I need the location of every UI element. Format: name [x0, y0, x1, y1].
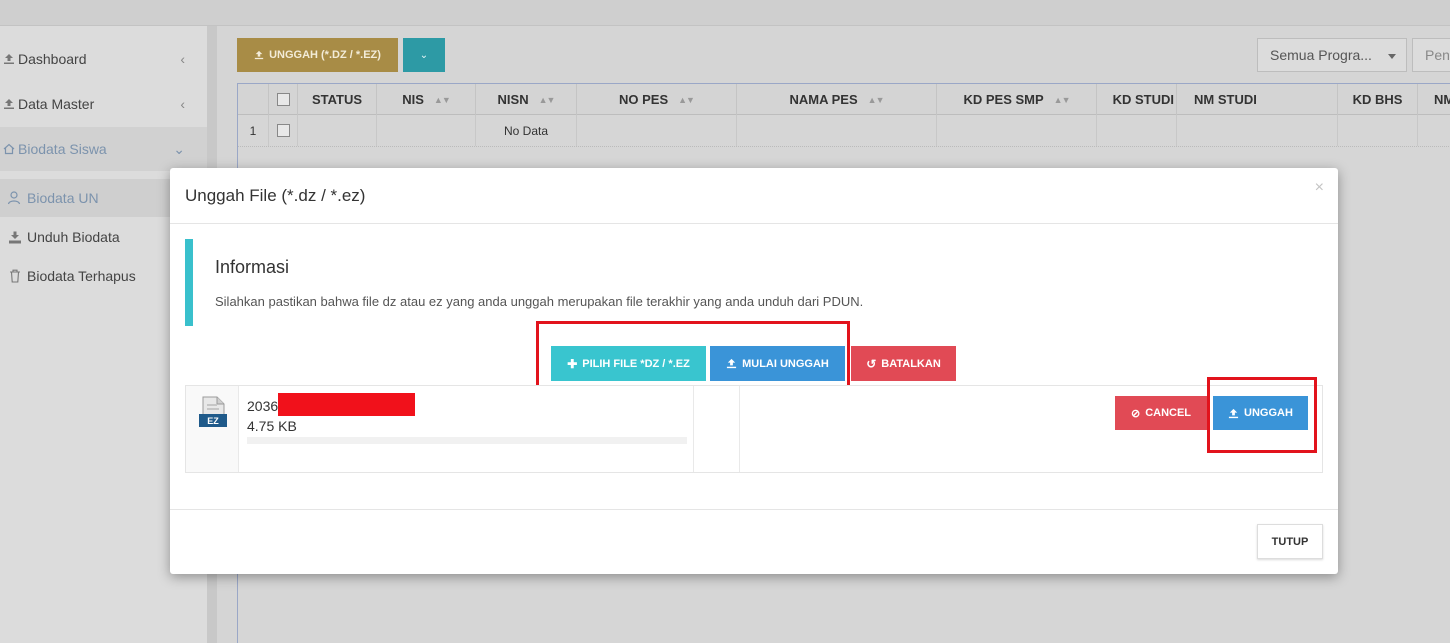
- row-checkbox[interactable]: [276, 124, 290, 137]
- sort-icon: ▲▼: [1053, 94, 1071, 105]
- sort-icon: ▲▼: [678, 94, 695, 105]
- chevron-down-icon: ⌄: [419, 49, 429, 61]
- highlight-box-upload-button: [1207, 377, 1317, 453]
- search-input[interactable]: Pen: [1412, 38, 1450, 72]
- column-header-kd-bhs[interactable]: KD BHS: [1338, 84, 1418, 115]
- program-select-value: Semua Progra...: [1270, 47, 1372, 63]
- select-all-header: [269, 84, 298, 115]
- table-cell: [377, 115, 476, 146]
- column-header-kd-studi[interactable]: KD STUDI: [1097, 84, 1177, 115]
- trash-icon: [4, 269, 26, 283]
- row-number: 1: [238, 115, 269, 146]
- sort-icon: ▲▼: [433, 94, 451, 105]
- file-size: 4.75 KB: [247, 418, 297, 434]
- sort-icon: ▲▼: [538, 94, 556, 105]
- redaction-block: [278, 393, 415, 416]
- download-icon: [4, 231, 26, 244]
- close-button[interactable]: TUTUP: [1257, 524, 1323, 559]
- file-cancel-label: CANCEL: [1145, 407, 1192, 419]
- column-header-no-pes[interactable]: NO PES ▲▼: [577, 84, 737, 115]
- select-all-checkbox[interactable]: [276, 93, 290, 106]
- home-icon: [0, 143, 18, 155]
- info-title: Informasi: [215, 257, 290, 277]
- upload-dropdown-toggle[interactable]: ⌄: [403, 38, 445, 72]
- cancel-all-label: BATALKAN: [881, 357, 941, 370]
- sidebar-item-label: Data Master: [18, 96, 95, 112]
- column-header-nm-studi[interactable]: NM STUDI: [1177, 84, 1338, 115]
- file-cancel-button[interactable]: ⊘ CANCEL: [1115, 396, 1207, 430]
- table-cell: [737, 115, 937, 146]
- sidebar-item-label: Biodata Siswa: [18, 141, 107, 157]
- modal-footer: [170, 509, 1338, 574]
- sidebar-item-data-master[interactable]: Data Master ‹: [0, 82, 207, 126]
- sidebar-item-biodata-siswa[interactable]: Biodata Siswa ⌄: [0, 127, 207, 171]
- info-callout: Informasi Silahkan pastikan bahwa file d…: [185, 239, 1323, 326]
- sidebar-item-label: Unduh Biodata: [27, 229, 120, 245]
- table-row: 1 No Data: [238, 115, 1450, 147]
- ez-file-icon: EZ: [199, 396, 227, 427]
- upload-dz-ez-button[interactable]: UNGGAH (*.DZ / *.EZ): [237, 38, 398, 72]
- upload-button-label: UNGGAH (*.DZ / *.EZ): [269, 49, 381, 61]
- upload-icon: [0, 53, 18, 65]
- upload-icon: [254, 50, 264, 60]
- column-header-nisn[interactable]: NISN ▲▼: [476, 84, 577, 115]
- upload-modal: Unggah File (*.dz / *.ez) × Informasi Si…: [170, 168, 1338, 574]
- column-header-kd-pes-smp[interactable]: KD PES SMP ▲▼: [937, 84, 1097, 115]
- chevron-left-icon: ‹: [180, 51, 185, 67]
- row-checkbox-cell: [269, 115, 298, 146]
- sidebar-item-label: Dashboard: [18, 51, 87, 67]
- highlight-box-top-buttons: [536, 321, 850, 393]
- undo-icon: ↺: [866, 356, 877, 371]
- file-icon-cell: EZ: [186, 386, 239, 472]
- modal-title: Unggah File (*.dz / *.ez): [185, 186, 366, 205]
- sidebar-item-label: Biodata Terhapus: [27, 268, 136, 284]
- top-bar: [0, 0, 1450, 26]
- ban-icon: ⊘: [1130, 407, 1141, 420]
- info-text: Silahkan pastikan bahwa file dz atau ez …: [215, 294, 864, 309]
- file-status-cell: [694, 386, 740, 472]
- caret-down-icon: [1388, 54, 1396, 59]
- file-name: 2036: [247, 398, 279, 414]
- sort-icon: ▲▼: [867, 94, 885, 105]
- file-type-label: EZ: [207, 416, 219, 426]
- column-header-nama-pes[interactable]: NAMA PES ▲▼: [737, 84, 937, 115]
- column-header-status[interactable]: STATUS: [298, 84, 377, 115]
- close-icon[interactable]: ×: [1315, 179, 1324, 197]
- table-cell: [1177, 115, 1338, 146]
- no-data-text: No Data: [476, 115, 577, 146]
- search-placeholder: Pen: [1425, 47, 1450, 63]
- table-cell: [937, 115, 1097, 146]
- chevron-left-icon: ‹: [180, 96, 185, 112]
- chevron-down-icon: ⌄: [173, 140, 185, 157]
- upload-progress-bar: [247, 437, 687, 444]
- cancel-all-button[interactable]: ↺ BATALKAN: [851, 346, 956, 381]
- users-icon: [4, 191, 26, 205]
- row-number-header: [238, 84, 269, 115]
- column-header-nm[interactable]: NM: [1418, 84, 1450, 115]
- table-cell: [1338, 115, 1418, 146]
- table-cell: [298, 115, 377, 146]
- upload-icon: [0, 98, 18, 110]
- grid-header: STATUS NIS ▲▼ NISN ▲▼ NO PES ▲▼ NAMA PES ▲▼ …: [238, 83, 1450, 115]
- sidebar-item-label: Biodata UN: [27, 190, 99, 206]
- file-info-cell: 2036 4.75 KB: [239, 386, 694, 472]
- sidebar-item-dashboard[interactable]: Dashboard ‹: [0, 37, 207, 81]
- program-select[interactable]: Semua Progra...: [1257, 38, 1407, 72]
- column-header-nis[interactable]: NIS ▲▼: [377, 84, 476, 115]
- table-cell: [1097, 115, 1177, 146]
- table-cell: [577, 115, 737, 146]
- modal-header: Unggah File (*.dz / *.ez) ×: [170, 168, 1338, 224]
